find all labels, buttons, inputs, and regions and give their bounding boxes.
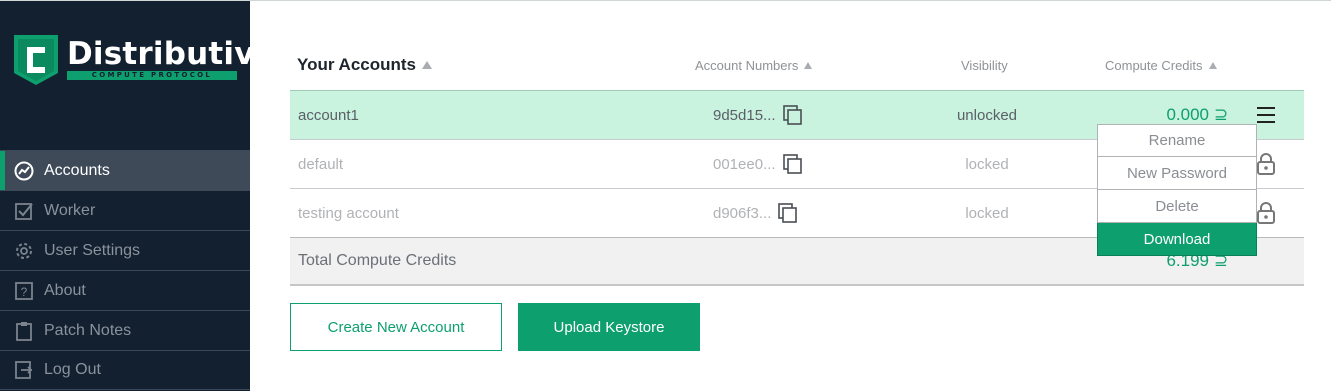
clipboard-icon xyxy=(14,321,34,341)
table-header: Your Accounts Account Numbers Visibility… xyxy=(290,45,1304,85)
visibility-status: locked xyxy=(965,204,1009,222)
copy-icon[interactable] xyxy=(777,202,799,224)
svg-text:?: ? xyxy=(21,285,28,299)
question-icon: ? xyxy=(14,281,34,301)
checkbox-icon xyxy=(14,201,34,221)
menu-item-new-password[interactable]: New Password xyxy=(1097,157,1257,190)
sidebar-item-accounts[interactable]: Accounts xyxy=(0,150,250,190)
column-your-accounts[interactable]: Your Accounts xyxy=(297,45,433,85)
logout-icon xyxy=(14,360,34,380)
lock-icon[interactable] xyxy=(1256,201,1276,225)
shield-logo-icon xyxy=(14,35,58,85)
credits-value: 0.000 ⊇ xyxy=(1166,105,1228,125)
column-label: Your Accounts xyxy=(297,55,417,74)
brand-name: Distributive xyxy=(67,36,276,72)
sidebar-item-label: Worker xyxy=(44,201,96,219)
menu-item-rename[interactable]: Rename xyxy=(1097,124,1257,157)
account-number-text: 001ee0... xyxy=(713,155,776,173)
brand-logo: Distributive COMPUTE PROTOCOL xyxy=(12,33,276,89)
copy-icon[interactable] xyxy=(782,104,804,126)
sidebar-item-label: User Settings xyxy=(44,241,141,259)
sort-up-icon xyxy=(422,61,433,69)
account-number-text: 9d5d15... xyxy=(713,106,776,124)
brand-tagline: COMPUTE PROTOCOL xyxy=(67,71,237,80)
column-visibility: Visibility xyxy=(961,45,1008,85)
account-number: 001ee0... xyxy=(713,153,804,175)
sidebar-item-label: About xyxy=(44,281,86,299)
gear-icon xyxy=(14,241,34,261)
column-compute-credits[interactable]: Compute Credits xyxy=(1105,45,1217,85)
sidebar-item-log-out[interactable]: Log Out xyxy=(0,350,250,390)
sidebar-item-label: Log Out xyxy=(44,361,101,378)
hamburger-menu-icon[interactable] xyxy=(1257,106,1275,124)
sort-up-icon xyxy=(1208,61,1217,69)
lock-icon[interactable] xyxy=(1256,152,1276,176)
upload-keystore-button[interactable]: Upload Keystore xyxy=(518,303,700,351)
sidebar-item-label: Accounts xyxy=(44,161,110,179)
column-label: Account Numbers xyxy=(695,57,799,73)
sidebar: Distributive COMPUTE PROTOCOL Accounts W… xyxy=(0,1,276,391)
account-name: account1 xyxy=(298,106,359,124)
total-label: Total Compute Credits xyxy=(298,252,457,269)
column-label: Visibility xyxy=(961,57,1008,73)
column-account-numbers[interactable]: Account Numbers xyxy=(695,45,813,85)
menu-item-download[interactable]: Download xyxy=(1097,223,1257,256)
menu-item-delete[interactable]: Delete xyxy=(1097,190,1257,223)
sidebar-item-worker[interactable]: Worker xyxy=(0,190,250,230)
copy-icon[interactable] xyxy=(782,153,804,175)
credits-amount: 0.000 xyxy=(1166,105,1210,124)
sidebar-item-user-settings[interactable]: User Settings xyxy=(0,230,250,270)
sidebar-item-about[interactable]: ? About xyxy=(0,270,250,310)
account-actions-menu: Rename New Password Delete Download xyxy=(1097,124,1257,256)
credits-symbol: ⊇ xyxy=(1213,105,1228,124)
create-account-button[interactable]: Create New Account xyxy=(290,303,502,351)
sidebar-nav: Accounts Worker User Settings ? About Pa… xyxy=(0,150,250,390)
visibility-status: locked xyxy=(965,155,1009,173)
account-name: default xyxy=(298,155,344,173)
account-name: testing account xyxy=(298,204,399,222)
sidebar-item-patch-notes[interactable]: Patch Notes xyxy=(0,310,250,350)
chart-line-icon xyxy=(14,161,34,181)
app-window: Distributive COMPUTE PROTOCOL Accounts W… xyxy=(0,0,1331,391)
sidebar-item-label: Patch Notes xyxy=(44,321,132,339)
account-number: 9d5d15... xyxy=(713,104,804,126)
column-label: Compute Credits xyxy=(1105,57,1203,73)
visibility-status: unlocked xyxy=(956,106,1018,124)
sort-up-icon xyxy=(804,61,813,69)
account-number: d906f3... xyxy=(713,202,799,224)
account-number-text: d906f3... xyxy=(713,204,772,222)
